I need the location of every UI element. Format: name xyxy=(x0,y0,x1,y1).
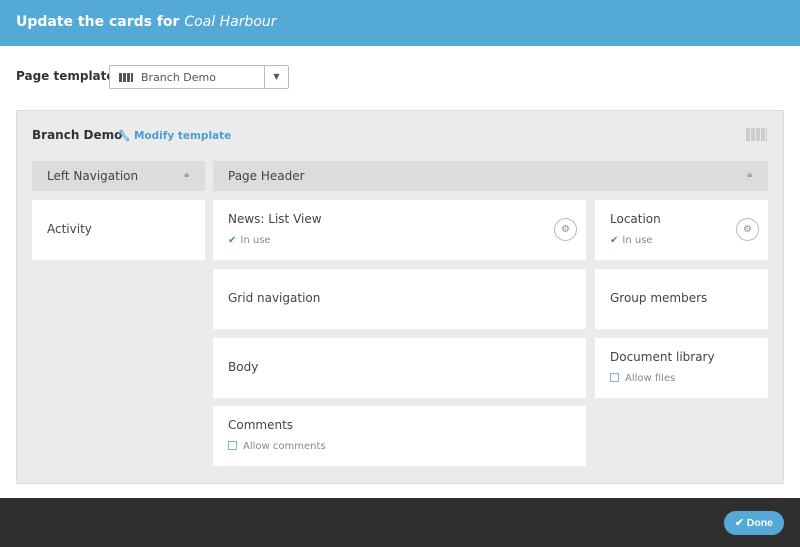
check-icon: ✔ xyxy=(610,235,619,246)
card-status: In use xyxy=(240,235,271,246)
card-status: In use xyxy=(622,235,653,246)
lock-icon: 🔒︎ xyxy=(747,170,752,180)
card-news[interactable]: News: List View ✔ In use ⚙ xyxy=(213,200,586,260)
selected-template: Branch Demo xyxy=(141,71,216,84)
lock-icon: 🔒︎ xyxy=(184,170,189,180)
dialog-footer xyxy=(0,498,800,547)
card-title: News: List View xyxy=(228,212,322,226)
modify-template-link[interactable]: 🔧︎ Modify template xyxy=(117,129,231,142)
chevron-down-icon[interactable]: ▼ xyxy=(264,66,288,88)
card-title: Activity xyxy=(47,222,92,236)
done-button[interactable]: ✔ Done xyxy=(724,511,784,535)
card-comments[interactable]: Comments Allow comments xyxy=(213,406,586,466)
wrench-icon: 🔧︎ xyxy=(117,130,131,142)
dialog-header: Update the cards for Coal Harbour xyxy=(0,0,800,46)
left-navigation-bar: Left Navigation 🔒︎ xyxy=(32,161,205,191)
template-icon xyxy=(119,73,133,82)
card-body[interactable]: Body xyxy=(213,338,586,398)
allow-files-checkbox[interactable] xyxy=(610,373,619,382)
modify-template-label: Modify template xyxy=(134,130,232,142)
card-title: Location xyxy=(610,212,661,226)
card-title: Group members xyxy=(610,291,708,305)
card-title: Grid navigation xyxy=(228,291,321,305)
gear-icon[interactable]: ⚙ xyxy=(736,218,759,241)
card-group-members[interactable]: Group members xyxy=(595,269,768,329)
page-header-bar: Page Header 🔒︎ xyxy=(213,161,768,191)
header-title: Update the cards for xyxy=(16,14,180,30)
allow-comments-checkbox[interactable] xyxy=(228,441,237,450)
check-icon: ✔ xyxy=(228,235,237,246)
gear-icon[interactable]: ⚙ xyxy=(554,218,577,241)
card-activity[interactable]: Activity xyxy=(32,200,205,260)
card-document-library[interactable]: Document library Allow files xyxy=(595,338,768,398)
panel-title: Branch Demo xyxy=(32,128,123,142)
card-title: Body xyxy=(228,360,259,374)
done-label: Done xyxy=(746,517,773,529)
checkbox-label: Allow comments xyxy=(243,441,326,452)
bar-label: Left Navigation xyxy=(47,169,139,183)
card-title: Comments xyxy=(228,418,294,432)
card-title: Document library xyxy=(610,350,715,364)
card-location[interactable]: Location ✔ In use ⚙ xyxy=(595,200,768,260)
page-template-select[interactable]: Branch Demo ▼ xyxy=(109,65,289,89)
header-place: Coal Harbour xyxy=(184,14,277,30)
checkbox-label: Allow files xyxy=(625,373,676,384)
card-grid-navigation[interactable]: Grid navigation xyxy=(213,269,586,329)
bar-label: Page Header xyxy=(228,169,305,183)
layout-icon xyxy=(746,128,767,141)
page-template-label: Page template xyxy=(16,69,115,83)
check-icon: ✔ xyxy=(735,517,744,529)
